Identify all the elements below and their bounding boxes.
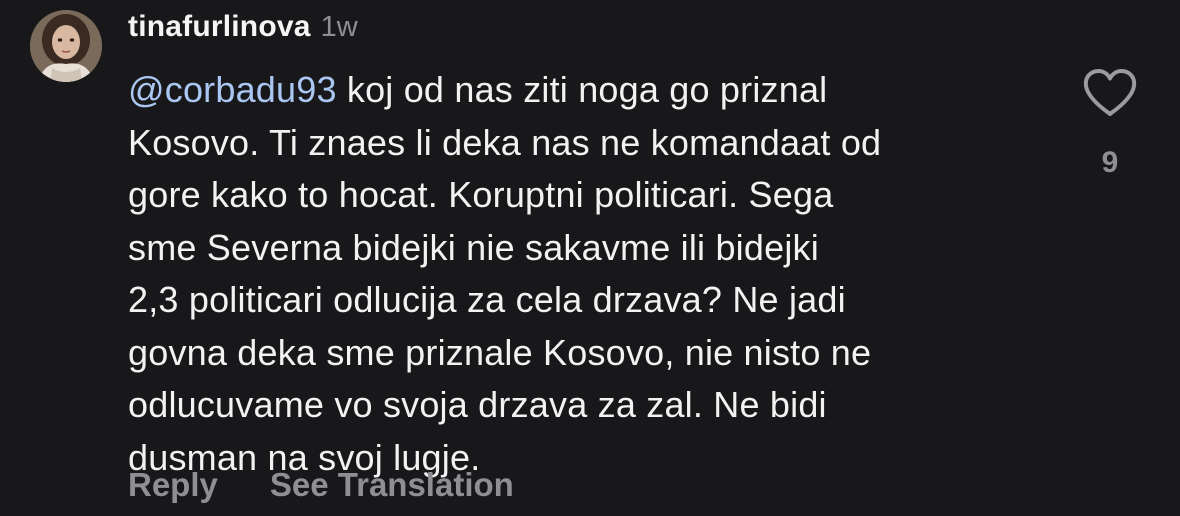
username[interactable]: tinafurlinova xyxy=(128,10,311,44)
avatar[interactable] xyxy=(30,10,102,82)
comment-line: @corbadu93 koj od nas ziti noga go prizn… xyxy=(128,64,1028,117)
comment-line: 2,3 politicari odlucija za cela drzava? … xyxy=(128,279,846,320)
comment-header: tinafurlinova 1w xyxy=(128,10,358,54)
comment-line: govna deka sme priznale Kosovo, nie nist… xyxy=(128,331,872,373)
mention-link[interactable]: @corbadu93 xyxy=(128,69,337,110)
timestamp: 1w xyxy=(320,11,358,43)
comment-line: odlucuvame vo svoja drzava za zal. Ne bi… xyxy=(128,384,827,425)
comment-item: tinafurlinova 1w @corbadu93 koj od nas z… xyxy=(0,0,1180,516)
avatar-image xyxy=(30,10,102,82)
like-count: 9 xyxy=(1101,146,1119,179)
comment-actions: Reply See Translation xyxy=(128,466,514,504)
heart-outline-icon xyxy=(1083,69,1137,116)
comment-line-text: koj od nas ziti noga go priznal xyxy=(336,69,828,110)
see-translation-button[interactable]: See Translation xyxy=(270,466,514,504)
comment-line: sme Severna bidejki nie sakavme ili bide… xyxy=(128,226,819,268)
reply-button[interactable]: Reply xyxy=(128,466,218,504)
like-button[interactable] xyxy=(1082,68,1138,118)
comment-text: @corbadu93 koj od nas ziti noga go prizn… xyxy=(128,64,1028,484)
comment-line: Kosovo. Ti znaes li deka nas ne komandaa… xyxy=(128,121,882,163)
comment-line: gore kako to hocat. Koruptni politicari.… xyxy=(128,174,834,215)
